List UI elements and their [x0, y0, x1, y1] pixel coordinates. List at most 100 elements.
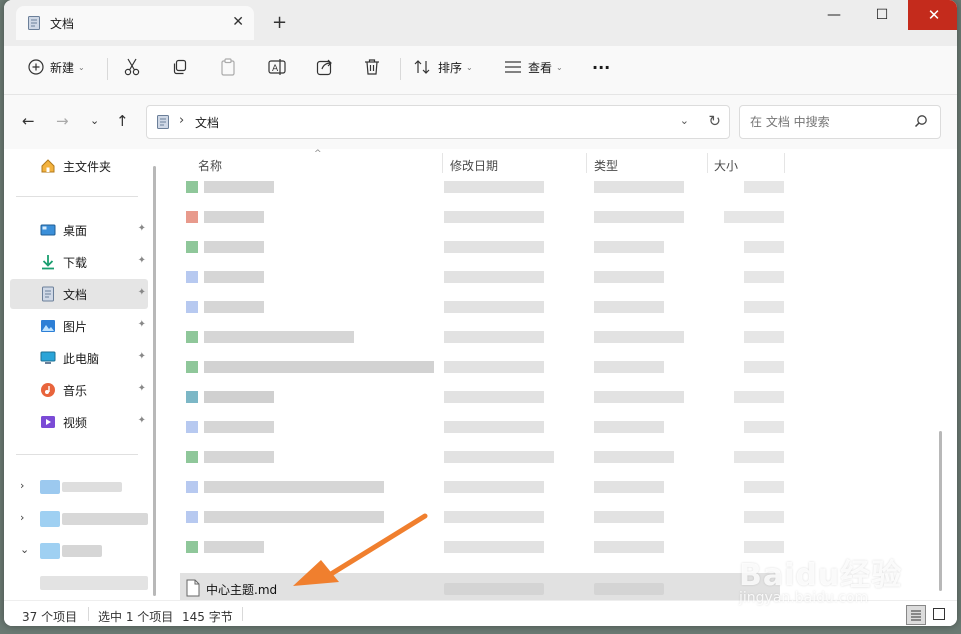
details-view-button[interactable] [906, 605, 926, 625]
sort-indicator-icon: ^ [314, 149, 322, 159]
address-history-chevron-icon[interactable]: ⌄ [680, 114, 689, 127]
rename-button[interactable]: A [268, 56, 286, 78]
sidebar-item-label: 图片 [63, 319, 88, 334]
search-input[interactable] [748, 112, 912, 132]
close-window-button[interactable]: ✕ [908, 0, 957, 30]
sidebar-divider [16, 454, 138, 455]
table-row-selected[interactable]: 中心主题.md [180, 573, 780, 603]
file-list-scrollbar[interactable] [939, 431, 942, 591]
chevron-down-icon[interactable]: ⌄ [20, 543, 29, 556]
table-row[interactable] [180, 381, 784, 411]
table-row[interactable] [180, 201, 784, 231]
sidebar-item-documents[interactable]: 文档 ✦ [10, 279, 148, 309]
minimize-button[interactable]: — [810, 0, 858, 30]
column-divider[interactable] [707, 153, 708, 173]
table-row[interactable] [180, 531, 784, 561]
table-row[interactable] [180, 171, 784, 201]
column-divider[interactable] [586, 153, 587, 173]
paste-icon [221, 58, 235, 76]
pin-icon: ✦ [137, 255, 146, 266]
status-bar: 37 个项目 选中 1 个项目 145 字节 [4, 600, 957, 626]
sort-button[interactable]: 排序 ⌄ [414, 56, 473, 78]
delete-button[interactable] [364, 56, 380, 78]
tiles-view-icon [933, 608, 945, 620]
selection-count: 选中 1 个项目 [98, 610, 174, 624]
sidebar-item-this-pc[interactable]: 此电脑 ✦ [10, 343, 148, 373]
selection-size: 145 字节 [182, 610, 233, 624]
blurred-label [62, 482, 122, 492]
address-row: ← → ⌄ ↑ › 文档 ⌄ ↻ [4, 95, 957, 149]
breadcrumb-chevron-icon[interactable]: › [179, 113, 184, 128]
view-button[interactable]: 查看 ⌄ [504, 56, 563, 78]
new-label: 新建 [50, 60, 75, 75]
table-row[interactable] [180, 471, 784, 501]
blurred-type [594, 583, 664, 595]
blurred-icon [40, 511, 60, 527]
more-options-button[interactable]: ··· [592, 56, 610, 78]
cut-button[interactable] [124, 56, 140, 78]
refresh-button[interactable]: ↻ [708, 112, 721, 130]
sort-label: 排序 [438, 60, 463, 75]
pin-icon: ✦ [137, 383, 146, 394]
file-icon [186, 579, 200, 597]
chevron-right-icon[interactable]: › [20, 479, 24, 492]
table-row[interactable] [180, 321, 784, 351]
recent-locations-button[interactable]: ⌄ [90, 114, 99, 127]
up-button[interactable]: ↑ [116, 112, 129, 130]
details-view-icon [911, 610, 921, 621]
file-list: ^ 名称 修改日期 类型 大小 中心主题.md [162, 149, 952, 603]
document-icon [42, 286, 54, 302]
rename-icon: A [268, 59, 286, 75]
sidebar-item-label: 音乐 [63, 383, 88, 398]
sidebar-scrollbar[interactable] [153, 166, 156, 596]
table-row[interactable] [180, 351, 784, 381]
share-button[interactable] [316, 56, 334, 78]
close-tab-icon[interactable]: ✕ [232, 14, 244, 30]
computer-icon [40, 351, 56, 364]
chevron-right-icon[interactable]: › [20, 511, 24, 524]
maximize-button[interactable]: ☐ [858, 0, 906, 30]
address-bar[interactable]: › 文档 ⌄ ↻ [146, 105, 730, 139]
column-divider[interactable] [784, 153, 785, 173]
sort-icon [414, 60, 430, 74]
sidebar-item-downloads[interactable]: 下载 ✦ [10, 247, 148, 277]
table-row[interactable] [180, 501, 784, 531]
breadcrumb-documents[interactable]: 文档 [195, 114, 219, 131]
paste-button[interactable] [220, 56, 236, 78]
new-button[interactable]: 新建 ⌄ [28, 56, 85, 78]
sidebar-item-desktop[interactable]: 桌面 ✦ [10, 215, 148, 245]
command-bar: 新建 ⌄ A 排序 ⌄ 查看 ⌄ ··· [4, 46, 957, 95]
table-row[interactable] [180, 261, 784, 291]
sidebar-item-home[interactable]: 主文件夹 [10, 151, 148, 181]
svg-text:A: A [272, 64, 279, 74]
sidebar-tree-item[interactable]: › [10, 474, 148, 500]
column-divider[interactable] [442, 153, 443, 173]
sidebar-item-pictures[interactable]: 图片 ✦ [10, 311, 148, 341]
explorer-window: 文档 ✕ + — ☐ ✕ 新建 ⌄ A 排序 ⌄ 查看 ⌄ ··· ← → ⌄ … [4, 0, 957, 626]
blurred-date [444, 583, 544, 595]
sidebar-item-label: 主文件夹 [63, 159, 112, 174]
new-tab-button[interactable]: + [272, 12, 287, 33]
sidebar-tree-item[interactable]: ⌄ [10, 538, 148, 564]
pin-icon: ✦ [137, 223, 146, 234]
copy-button[interactable] [172, 56, 188, 78]
table-row[interactable] [180, 231, 784, 261]
home-icon [41, 159, 55, 173]
sidebar-tree-item[interactable]: › [10, 506, 148, 532]
sidebar-item-label: 桌面 [63, 223, 88, 238]
table-row[interactable] [180, 291, 784, 321]
back-button[interactable]: ← [22, 112, 35, 130]
sidebar-item-music[interactable]: 音乐 ✦ [10, 375, 148, 405]
table-row[interactable] [180, 441, 784, 471]
search-box[interactable] [739, 105, 941, 139]
sidebar-tree-item[interactable] [10, 570, 148, 596]
tab-documents[interactable]: 文档 ✕ [16, 6, 254, 40]
tab-label: 文档 [50, 16, 75, 31]
forward-button[interactable]: → [56, 112, 69, 130]
pin-icon: ✦ [137, 415, 146, 426]
tiles-view-button[interactable] [930, 605, 948, 623]
pictures-icon [41, 320, 55, 332]
sidebar-item-videos[interactable]: 视频 ✦ [10, 407, 148, 437]
table-row[interactable] [180, 411, 784, 441]
view-list-icon [505, 61, 521, 73]
